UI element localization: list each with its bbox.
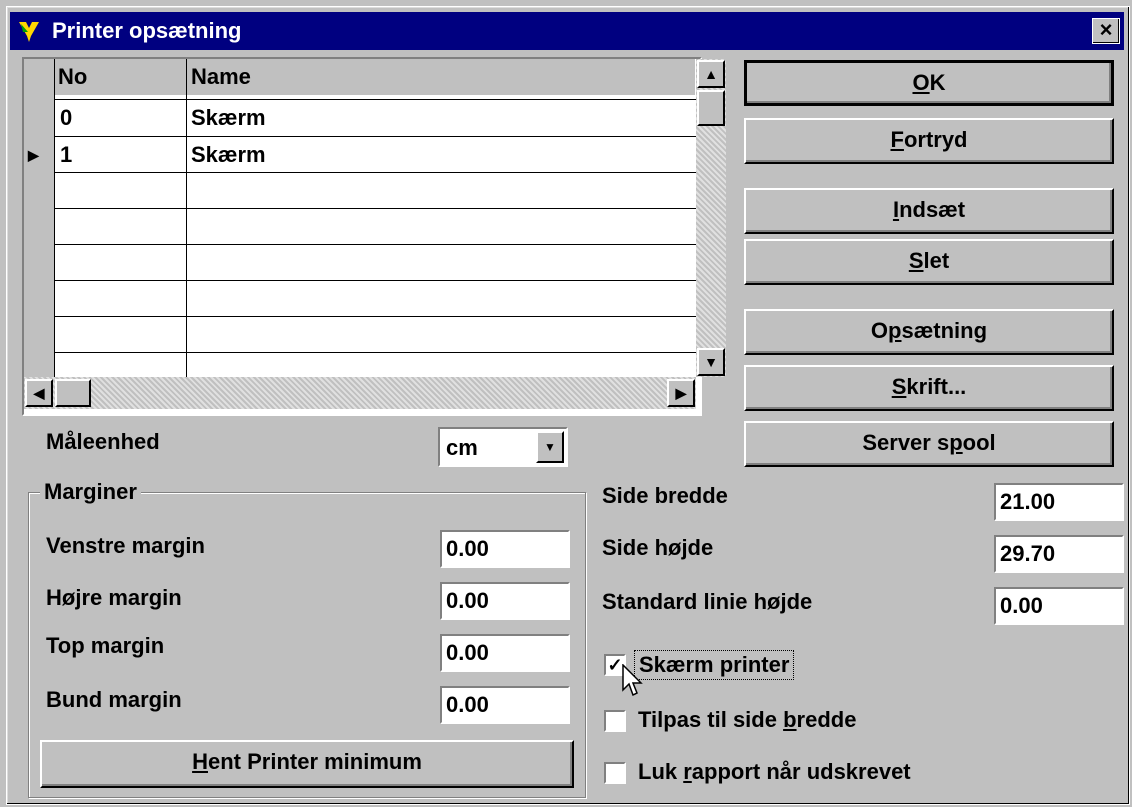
standard-linie-hojde-field[interactable]: 0.00 [994,587,1124,625]
grid-cell-name[interactable]: Skærm [187,100,695,136]
tilpas-checkbox[interactable] [604,710,626,732]
side-bredde-label: Side bredde [602,483,728,508]
indsaet-button[interactable]: Indsæt [744,188,1114,234]
horizontal-scroll-thumb[interactable] [55,379,91,407]
scroll-down-icon[interactable]: ▼ [697,348,725,376]
bund-margin-field[interactable]: 0.00 [440,686,570,724]
venstre-margin-label: Venstre margin [46,533,205,558]
title-bar[interactable]: Printer opsætning × [10,12,1124,50]
row-indicator-column [24,59,54,377]
units-select[interactable]: cm ▼ [438,427,568,467]
ok-button[interactable]: OK [744,60,1114,106]
top-margin-field[interactable]: 0.00 [440,634,570,672]
close-icon: × [1099,17,1113,42]
app-icon [19,22,39,42]
units-label: Måleenhed [46,429,160,454]
fortryd-button[interactable]: Fortryd [744,118,1114,164]
opsaetning-button[interactable]: Opsætning [744,309,1114,355]
scroll-left-icon[interactable]: ◀ [25,379,53,407]
hent-printer-minimum-button[interactable]: Hent Printer minimum [40,740,574,788]
slet-button[interactable]: Slet [744,239,1114,285]
grid-cell-no[interactable]: 1 [56,137,186,173]
luk-rapport-checkbox[interactable] [604,762,626,784]
margins-group-label: Marginer [40,478,141,506]
tilpas-label[interactable]: Tilpas til side bredde [638,706,856,734]
vertical-scroll-thumb[interactable] [697,90,725,126]
side-hojde-field[interactable]: 29.70 [994,535,1124,573]
current-row-indicator-icon: ▶ [28,147,39,163]
column-header-name[interactable]: Name [187,59,695,95]
units-value: cm [446,435,478,460]
bund-margin-label: Bund margin [46,687,182,712]
server-spool-button[interactable]: Server spool [744,421,1114,467]
skrift-button[interactable]: Skrift... [744,365,1114,411]
horizontal-scrollbar[interactable] [24,377,696,409]
hojre-margin-field[interactable]: 0.00 [440,582,570,620]
grid-cell-name[interactable]: Skærm [187,137,695,173]
close-button[interactable]: × [1092,18,1120,44]
scroll-up-icon[interactable]: ▲ [697,60,725,88]
top-margin-label: Top margin [46,633,165,658]
side-bredde-field[interactable]: 21.00 [994,483,1124,521]
luk-rapport-label[interactable]: Luk rapport når udskrevet [638,758,911,786]
venstre-margin-field[interactable]: 0.00 [440,530,570,568]
skaerm-printer-label[interactable]: Skærm printer [634,650,795,680]
scroll-right-icon[interactable]: ▶ [667,379,695,407]
mouse-cursor-icon [622,664,643,697]
side-hojde-label: Side højde [602,535,714,560]
window-title: Printer opsætning [52,18,242,43]
checkmark-icon: ✓ [607,655,623,675]
column-header-no[interactable]: No [54,59,186,95]
standard-linie-hojde-label: Standard linie højde [602,589,813,614]
grid-cell-no[interactable]: 0 [56,100,186,136]
chevron-down-icon[interactable]: ▼ [536,431,564,463]
hojre-margin-label: Højre margin [46,585,182,610]
